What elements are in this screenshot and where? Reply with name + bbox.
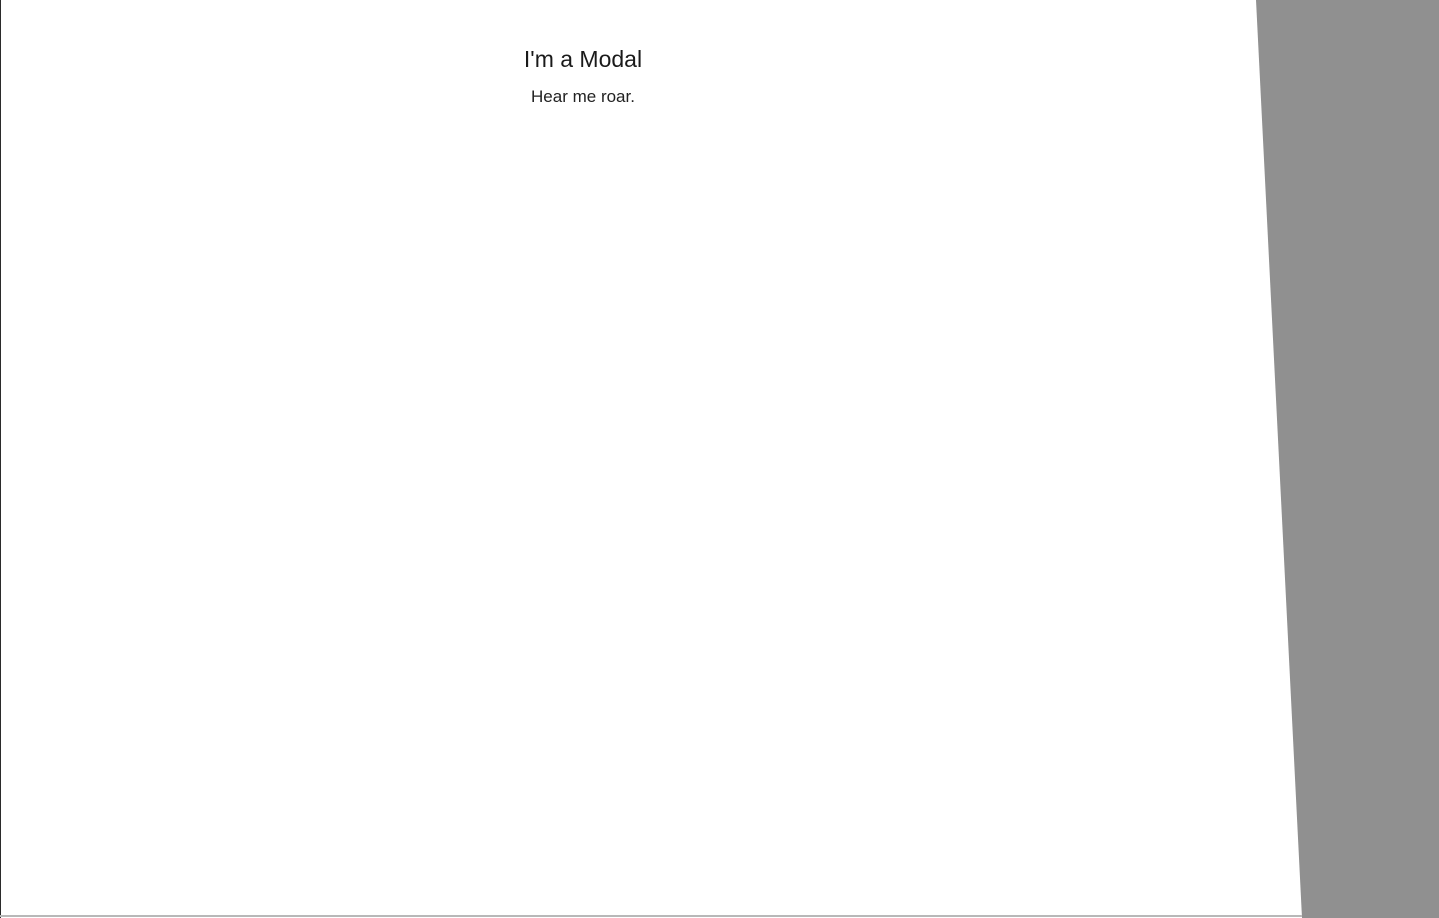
modal-title: I'm a Modal — [523, 46, 643, 72]
modal-bottom-border — [0, 915, 1302, 917]
modal-left-border — [0, 0, 1, 918]
modal-dialog: I'm a Modal Hear me roar. — [0, 0, 1302, 918]
modal-body-text: Hear me roar. — [531, 87, 635, 106]
modal-content: I'm a Modal Hear me roar. — [0, 0, 1166, 108]
page: I'm a Modal Hear me roar. — [0, 0, 1439, 918]
